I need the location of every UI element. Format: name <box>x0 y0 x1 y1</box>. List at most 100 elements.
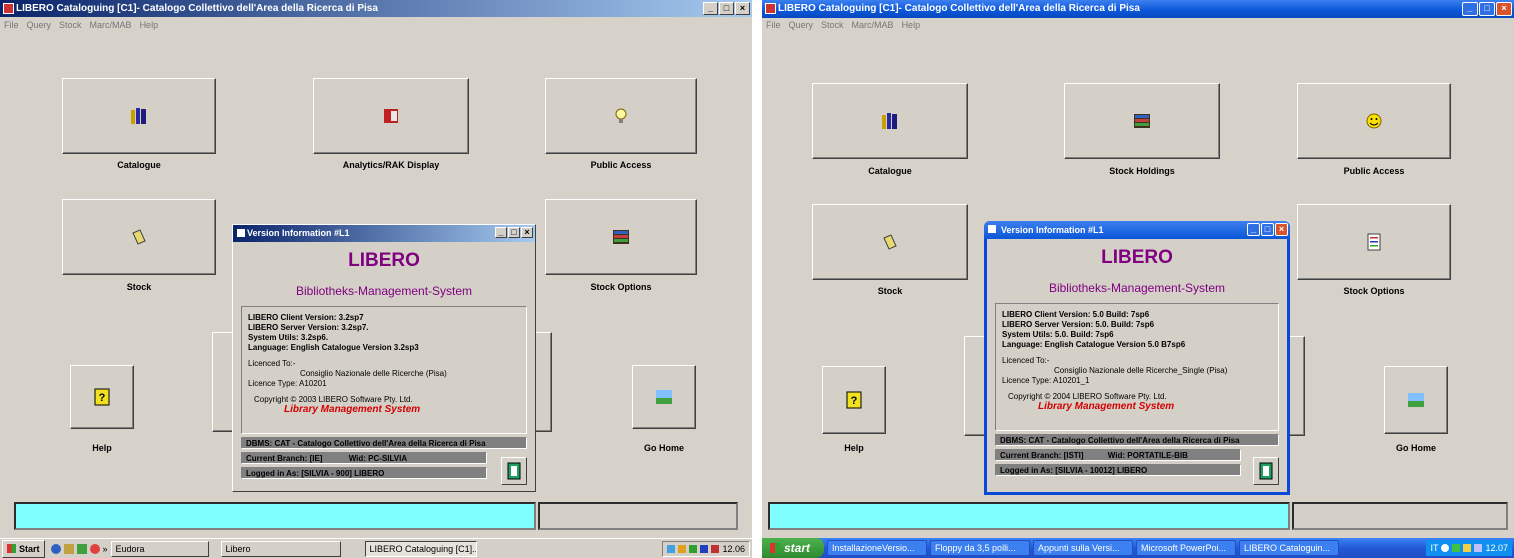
desktop-icon[interactable] <box>76 543 87 554</box>
quick-launch-chevron[interactable]: » <box>103 544 108 554</box>
window-title: LIBERO Cataloguing [C1]- Catalogo Collet… <box>778 3 1140 14</box>
dialog-close-button[interactable]: × <box>1275 223 1288 236</box>
hidden-tile-right[interactable] <box>1289 336 1305 436</box>
system-utils: System Utils: 3.2sp6. <box>248 333 329 342</box>
hidden-tile-right[interactable] <box>534 332 552 432</box>
task-installazione[interactable]: InstallazioneVersio... <box>827 540 928 556</box>
stock-options-button[interactable] <box>1297 204 1451 280</box>
help-book-icon: ? <box>846 391 862 409</box>
menu-help[interactable]: Help <box>902 18 921 32</box>
logged-in-field: Logged in As: [SILVIA - 900] LIBERO <box>241 467 487 479</box>
menu-file[interactable]: File <box>766 18 781 32</box>
stock-label: Stock <box>126 282 152 292</box>
tray-volume-icon[interactable] <box>1463 544 1472 552</box>
copyright: Copyright © 2003 LIBERO Software Pty. Lt… <box>254 395 413 404</box>
maximize-button[interactable]: □ <box>719 2 734 15</box>
task-eudora[interactable]: Eudora <box>110 540 209 557</box>
menu-query[interactable]: Query <box>27 18 52 32</box>
language-indicator[interactable]: IT <box>1430 543 1438 553</box>
tray-antivirus-icon[interactable] <box>689 545 698 553</box>
smiley-icon <box>1366 113 1382 129</box>
public-access-button[interactable] <box>1297 83 1451 159</box>
version-panel: LIBERO Client Version: 5.0 Build: 7sp6 L… <box>995 303 1279 431</box>
ie-icon[interactable] <box>50 543 61 554</box>
stock-button[interactable] <box>62 199 216 275</box>
catalogue-button[interactable] <box>62 78 216 154</box>
exit-door-icon <box>507 462 521 480</box>
media-icon[interactable] <box>89 543 100 554</box>
catalogue-button[interactable] <box>812 83 968 159</box>
clock: 12.06 <box>722 544 745 554</box>
menu-file[interactable]: File <box>4 18 19 32</box>
status-bar <box>14 502 536 530</box>
task-libero-cataloguing[interactable]: LIBERO Cataloguing [C1]... <box>364 540 477 557</box>
tray-volume-icon[interactable] <box>678 545 687 553</box>
dialog-minimize-button[interactable]: _ <box>1247 223 1260 236</box>
tray-network-icon[interactable] <box>667 545 676 553</box>
licensee: Consiglio Nazionale delle Ricerche_Singl… <box>1054 366 1228 375</box>
svg-text:?: ? <box>851 395 858 407</box>
folder-icon[interactable] <box>63 543 74 554</box>
product-name: LIBERO <box>348 250 420 271</box>
task-appunti[interactable]: Appunti sulla Versi... <box>1033 540 1134 556</box>
taskbar: start InstallazioneVersio... Floppy da 3… <box>762 538 1514 558</box>
svg-text:?: ? <box>99 392 106 404</box>
tray-app-icon[interactable] <box>1474 544 1483 552</box>
task-libero-cataloguing[interactable]: LIBERO Cataloguin... <box>1239 540 1340 556</box>
help-book-icon: ? <box>94 388 110 406</box>
stock-holdings-button[interactable] <box>1064 83 1220 159</box>
exit-button[interactable] <box>501 457 527 485</box>
windows-logo-icon <box>7 544 16 553</box>
task-libero-folder[interactable]: Libero <box>220 540 341 557</box>
menu-marc-mab[interactable]: Marc/MAB <box>852 18 894 32</box>
go-home-button[interactable] <box>1384 366 1448 434</box>
start-button[interactable]: Start <box>2 539 45 558</box>
task-floppy[interactable]: Floppy da 3,5 polli... <box>930 540 1031 556</box>
task-powerpoint[interactable]: Microsoft PowerPoi... <box>1136 540 1237 556</box>
menu-query[interactable]: Query <box>789 18 814 32</box>
status-bar-secondary <box>1292 502 1508 530</box>
menu-marc-mab[interactable]: Marc/MAB <box>90 18 132 32</box>
tray-alert-icon[interactable] <box>711 545 720 553</box>
lms-tagline: Library Management System <box>1038 401 1175 412</box>
minimize-button[interactable]: _ <box>703 2 718 15</box>
tray-network-icon[interactable] <box>1452 544 1461 552</box>
menu-stock[interactable]: Stock <box>59 18 82 32</box>
menu-help[interactable]: Help <box>140 18 159 32</box>
help-button[interactable]: ? <box>822 366 886 434</box>
minimize-button[interactable]: _ <box>1462 2 1478 16</box>
lightbulb-icon <box>615 108 627 123</box>
books-icon <box>882 113 897 129</box>
go-home-label: Go Home <box>643 443 684 453</box>
maximize-button[interactable]: □ <box>1479 2 1495 16</box>
analytics-label: Analytics/RAK Display <box>342 160 440 170</box>
branch-field: Current Branch: [IE] Wid: PC-SILVIA <box>241 452 487 464</box>
menu-stock[interactable]: Stock <box>821 18 844 32</box>
dialog-maximize-button[interactable]: □ <box>508 227 520 238</box>
version-info-dialog: Version Information #L1 _ □ × LIBERO Bib… <box>984 221 1290 495</box>
public-access-label: Public Access <box>1343 166 1405 176</box>
tray-chevron-icon[interactable] <box>1441 544 1450 552</box>
dialog-minimize-button[interactable]: _ <box>495 227 507 238</box>
exit-button[interactable] <box>1253 457 1279 485</box>
libero-app-icon <box>3 3 14 14</box>
close-button[interactable]: × <box>1496 2 1512 16</box>
stock-label: Stock <box>877 286 903 296</box>
public-access-button[interactable] <box>545 78 697 154</box>
stock-options-button[interactable] <box>545 199 697 275</box>
dialog-title: Version Information #L1 <box>1001 225 1104 235</box>
go-home-button[interactable] <box>632 365 696 429</box>
close-button[interactable]: × <box>735 2 750 15</box>
red-book-icon <box>384 109 398 123</box>
dialog-app-icon <box>988 225 996 233</box>
stock-button[interactable] <box>812 204 968 280</box>
client-version: LIBERO Client Version: 3.2sp7 <box>248 313 364 322</box>
dialog-maximize-button[interactable]: □ <box>1261 223 1274 236</box>
analytics-button[interactable] <box>313 78 469 154</box>
dialog-close-button[interactable]: × <box>521 227 533 238</box>
start-button[interactable]: start <box>762 538 825 558</box>
copyright: Copyright © 2004 LIBERO Software Pty. Lt… <box>1008 392 1167 401</box>
help-button[interactable]: ? <box>70 365 134 429</box>
tray-app-icon[interactable] <box>700 545 709 553</box>
bookshelf-icon <box>613 230 629 244</box>
